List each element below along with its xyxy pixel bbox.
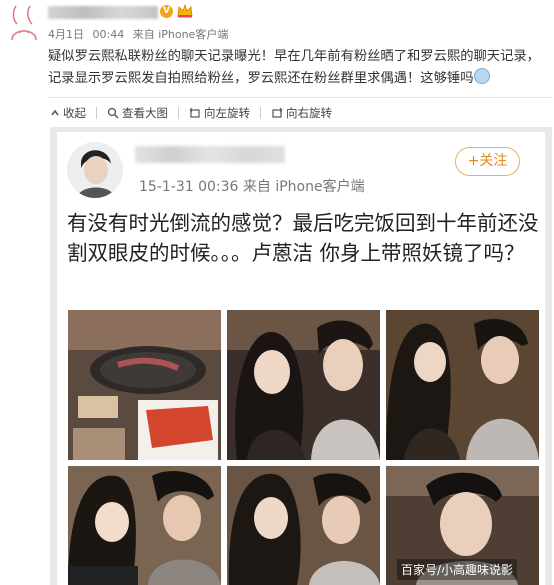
view-large-label: 查看大图 — [122, 106, 168, 120]
photo-selfie-4[interactable] — [227, 466, 380, 585]
toolbar-separator — [260, 107, 261, 119]
photo-selfie-3[interactable] — [68, 466, 221, 585]
photo-selfie-1[interactable] — [227, 310, 380, 460]
rotate-left-icon — [189, 107, 200, 118]
post-time: 00:44 — [92, 28, 125, 41]
view-large-button[interactable]: 查看大图 — [107, 105, 168, 121]
embedded-username-blurred — [135, 146, 285, 163]
rotate-left-label: 向左旋转 — [204, 106, 250, 120]
rotate-right-label: 向右旋转 — [286, 106, 332, 120]
post-body: 疑似罗云熙私联粉丝的聊天记录曝光！早在几年前有粉丝晒了和罗云熙的聊天记录，记录显… — [48, 49, 540, 86]
avatar[interactable] — [6, 2, 42, 42]
toolbar-separator — [96, 107, 97, 119]
watermark: 百家号/小高趣味说影 — [397, 559, 518, 580]
collapse-button[interactable]: 收起 — [50, 105, 86, 121]
verified-badge-icon: V — [160, 5, 173, 18]
selfie-1-photo — [227, 310, 380, 460]
image-toolbar: 收起 查看大图 向左旋转 向右旋转 — [50, 104, 342, 122]
embedded-avatar — [67, 142, 123, 198]
username-blurred[interactable] — [48, 6, 158, 19]
embedded-avatar-photo — [67, 142, 123, 198]
embedded-meta: 15-1-31 00:36 来自 iPhone客户端 — [139, 179, 365, 195]
member-crown-icon — [177, 4, 193, 18]
divider — [48, 97, 553, 98]
selfie-4-photo — [227, 466, 380, 585]
post-source[interactable]: 来自 iPhone客户端 — [133, 28, 229, 41]
photo-bbq-dinner[interactable] — [68, 310, 221, 460]
post-date: 4月1日 — [48, 28, 84, 41]
embedded-post-text: 有没有时光倒流的感觉？最后吃完饭回到十年前还没割双眼皮的时候。。。卢蒽洁 你身上… — [67, 211, 539, 265]
collapse-label: 收起 — [63, 106, 86, 120]
emoji-icon — [473, 68, 490, 84]
rotate-left-button[interactable]: 向左旋转 — [189, 105, 250, 121]
selfie-2-photo — [386, 310, 539, 460]
rotate-right-button[interactable]: 向右旋转 — [271, 105, 332, 121]
magnifier-icon — [107, 107, 119, 119]
post-image[interactable]: 15-1-31 00:36 来自 iPhone客户端 +关注 有没有时光倒流的感… — [50, 127, 552, 585]
photo-selfie-2[interactable] — [386, 310, 539, 460]
post-meta: 4月1日 00:44 来自 iPhone客户端 — [48, 26, 233, 42]
embedded-weibo-card: 15-1-31 00:36 来自 iPhone客户端 +关注 有没有时光倒流的感… — [57, 132, 545, 585]
bbq-photo — [68, 310, 221, 460]
selfie-3-photo — [68, 466, 221, 585]
follow-button[interactable]: +关注 — [455, 147, 520, 176]
collapse-arrow-icon — [51, 109, 59, 116]
toolbar-separator — [178, 107, 179, 119]
rotate-right-icon — [272, 107, 283, 118]
